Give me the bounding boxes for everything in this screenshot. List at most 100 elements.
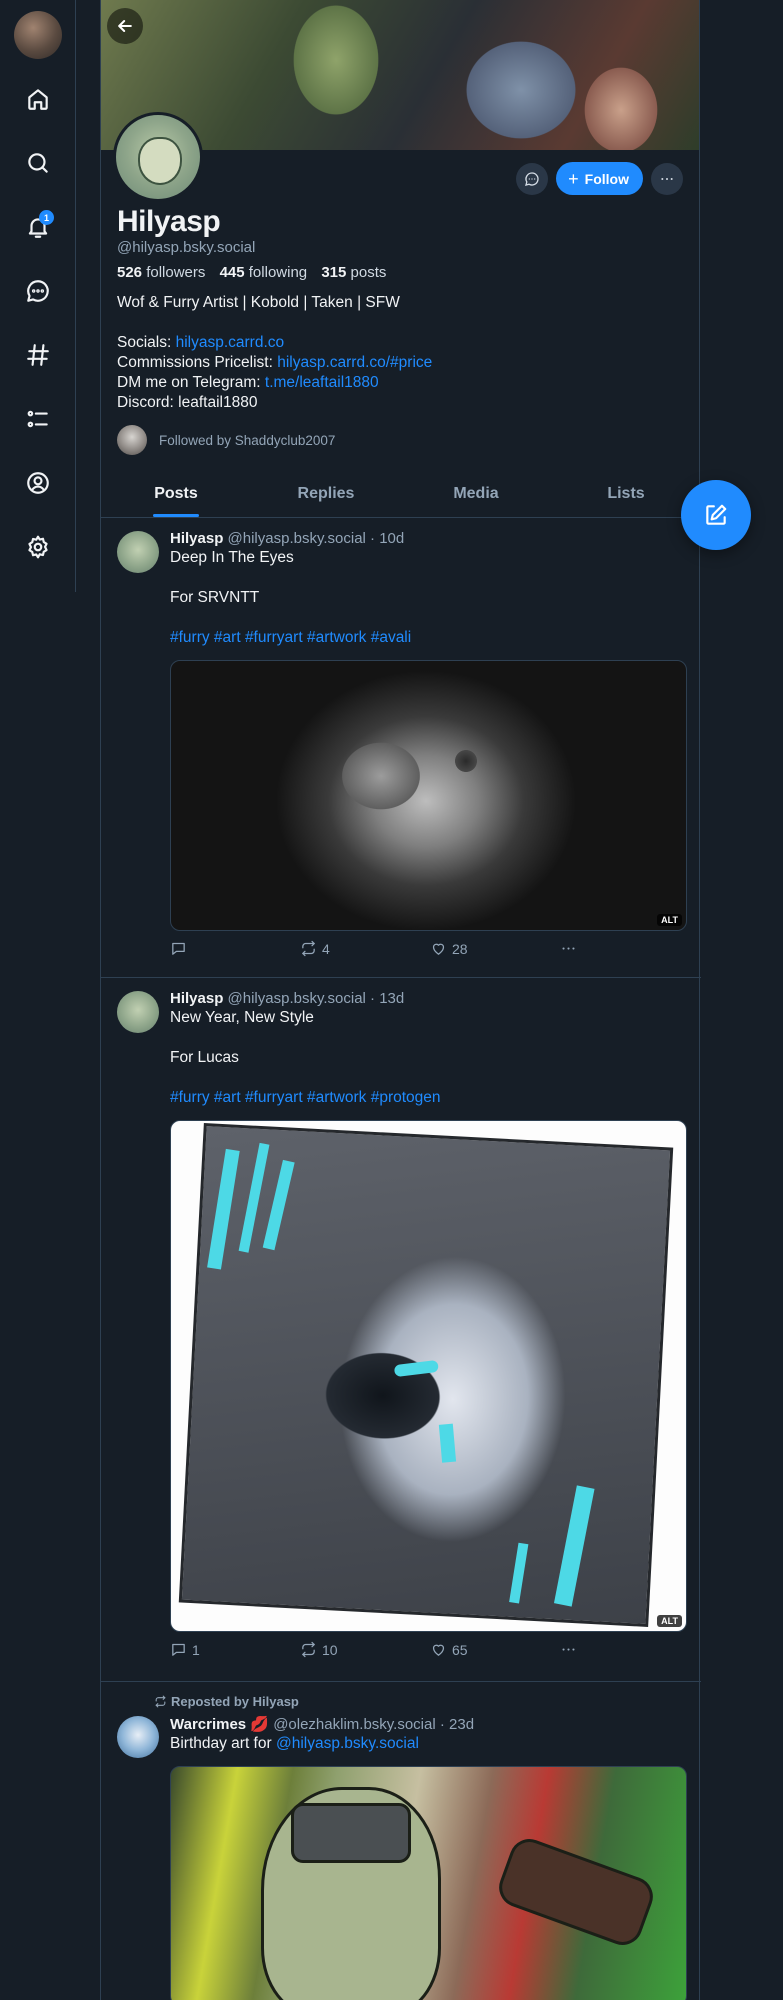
post-image[interactable] [170,1766,687,2000]
arrow-left-icon [118,20,132,32]
profile-tabs: Posts Replies Media Lists [101,470,701,518]
follow-label: Follow [584,170,629,187]
profile-actions: + Follow [516,162,683,195]
post-content: Warcrimes 💋 @olezhaklim.bsky.social · 23… [170,1715,687,2000]
post-hashtags[interactable]: #furry #art #furryart #artwork #protogen [170,1088,687,1108]
gear-icon [28,535,48,559]
reply-button[interactable]: 1 [170,1641,300,1658]
repost-label: Reposted by Hilyasp [171,1694,299,1709]
post-author-name[interactable]: Hilyasp [170,530,223,547]
socials-link[interactable]: hilyasp.carrd.co [176,334,285,351]
repost-button[interactable]: 10 [300,1641,430,1658]
reply-button[interactable] [170,940,300,957]
like-button[interactable]: 65 [430,1641,560,1658]
bio-socials-line: Socials: hilyasp.carrd.co [117,334,285,351]
post-age: · 13d [370,990,405,1007]
feed-post[interactable]: Hilyasp @hilyasp.bsky.social · 13d New Y… [101,978,701,1682]
post-author-avatar[interactable] [117,1716,159,1758]
post-mention[interactable]: @hilyasp.bsky.social [276,1735,419,1752]
repost-icon [302,940,315,957]
post-text: Birthday art for @hilyasp.bsky.social [170,1735,419,1752]
profile-main-column: + Follow Hilyasp @hilyasp.bsky.social 52… [100,0,701,2000]
profile-handle: @hilyasp.bsky.social [117,239,256,256]
heart-icon [432,943,445,955]
bio-line: Wof & Furry Artist | Kobold | Taken | SF… [117,294,400,311]
more-options-button[interactable] [651,162,683,195]
like-button[interactable]: 28 [430,940,560,957]
post-age: · 23d [439,1716,475,1733]
post-image[interactable]: ALT [170,1120,687,1632]
followed-by-text: Followed by Shaddyclub2007 [159,432,336,448]
alt-badge[interactable]: ALT [657,1615,682,1627]
settings-nav-button[interactable] [18,527,58,567]
bio-discord-line: Discord: leaftail1880 [117,394,258,411]
follow-button[interactable]: + Follow [556,162,643,195]
back-button[interactable] [107,8,143,44]
repost-icon [155,1695,166,1708]
post-more-button[interactable] [560,940,577,957]
post-content: Hilyasp @hilyasp.bsky.social · 10d Deep … [170,530,687,957]
hashtag-icon [27,344,49,366]
notification-badge: 1 [39,210,54,225]
post-header: Hilyasp @hilyasp.bsky.social · 13d [170,990,687,1007]
notifications-nav-button[interactable]: 1 [18,207,58,247]
repost-indicator[interactable]: Reposted by Hilyasp [101,1694,701,1709]
author-emoji: 💋 [250,1716,270,1733]
reply-icon [172,1643,185,1656]
message-button[interactable] [516,162,549,195]
heart-icon [432,1644,445,1656]
follower-avatar [117,425,147,455]
bio-telegram-line: DM me on Telegram: t.me/leaftail1880 [117,374,379,391]
tab-replies[interactable]: Replies [251,470,401,517]
post-image[interactable]: ALT [170,660,687,931]
left-nav: 1 [0,0,76,592]
following-stat[interactable]: 445 following [220,264,308,281]
tab-posts[interactable]: Posts [101,470,251,517]
profile-bio: Wof & Furry Artist | Kobold | Taken | SF… [117,293,432,413]
search-nav-button[interactable] [18,143,58,183]
tab-lists[interactable]: Lists [551,470,701,517]
repost-button[interactable]: 4 [300,940,430,957]
post-author-name[interactable]: Hilyasp [170,990,223,1007]
post-author-handle[interactable]: @hilyasp.bsky.social [228,990,366,1007]
followers-stat[interactable]: 526 followers [117,264,205,281]
tab-media[interactable]: Media [401,470,551,517]
post-author-avatar[interactable] [117,531,159,573]
followed-by[interactable]: Followed by Shaddyclub2007 [117,425,335,455]
post-text: Deep In The Eyes For SRVNTT #furry #art … [170,548,687,648]
post-author-avatar[interactable] [117,991,159,1033]
feed-post[interactable]: Hilyasp @hilyasp.bsky.social · 10d Deep … [101,518,701,978]
commissions-link[interactable]: hilyasp.carrd.co/#price [277,354,432,371]
feed-post[interactable]: Reposted by Hilyasp Warcrimes 💋 @olezhak… [101,1682,701,2000]
post-hashtags[interactable]: #furry #art #furryart #artwork #avali [170,628,687,648]
ellipsis-icon [562,1648,575,1651]
profile-nav-button[interactable] [18,463,58,503]
chat-bubble-icon [27,280,49,302]
telegram-link[interactable]: t.me/leaftail1880 [265,374,379,391]
home-nav-button[interactable] [18,79,58,119]
home-icon [28,89,48,110]
posts-stat: 315 posts [321,264,387,281]
chat-bubble-icon [525,171,539,186]
post-author-handle[interactable]: @olezhaklim.bsky.social [273,1716,436,1733]
alt-badge[interactable]: ALT [657,914,682,926]
post-header: Hilyasp @hilyasp.bsky.social · 10d [170,530,687,547]
post-actions: 1 10 65 [170,1641,687,1658]
bio-commissions-line: Commissions Pricelist: hilyasp.carrd.co/… [117,354,433,371]
post-author-name[interactable]: Warcrimes [170,1716,246,1733]
compose-post-button[interactable] [681,480,751,550]
profile-avatar[interactable] [113,112,203,202]
compose-icon [706,504,727,525]
post-age: · 10d [370,530,405,547]
ellipsis-icon [661,177,673,180]
post-actions: 4 28 [170,940,687,957]
post-author-handle[interactable]: @hilyasp.bsky.social [228,530,366,547]
ellipsis-icon [562,947,575,950]
user-circle-icon [27,472,49,494]
current-user-avatar[interactable] [14,11,62,59]
post-more-button[interactable] [560,1641,577,1658]
feeds-nav-button[interactable] [18,335,58,375]
chat-nav-button[interactable] [18,271,58,311]
reply-icon [172,942,185,955]
lists-nav-button[interactable] [18,399,58,439]
